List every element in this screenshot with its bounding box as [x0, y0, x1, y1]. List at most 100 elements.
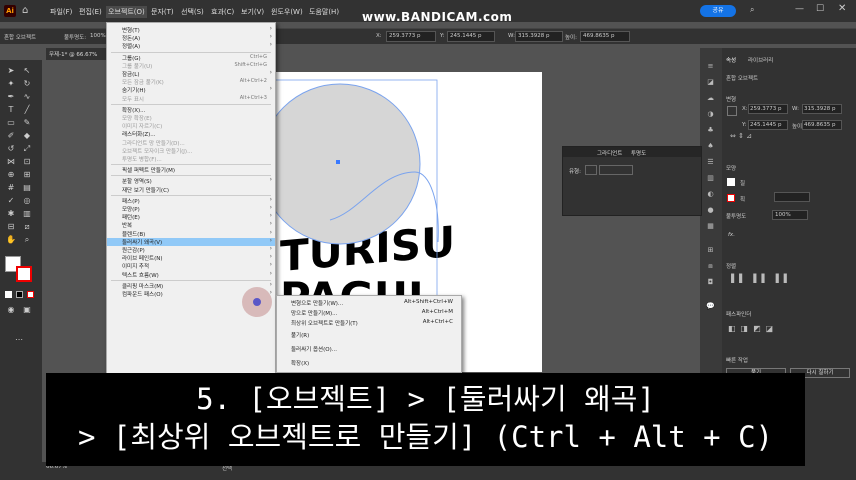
pen-tool-icon[interactable]: ✒ [6, 92, 16, 102]
object-menu-item[interactable]: 모두 표시 Alt+Ctrl+3 [107, 95, 275, 103]
eraser-tool-icon[interactable]: ◆ [22, 131, 32, 141]
none-mode-icon[interactable] [27, 291, 34, 298]
envelope-submenu-item[interactable]: 최상위 오브젝트로 만들기(T) Alt+Ctrl+C [277, 318, 461, 328]
shape-builder-icon[interactable]: ⊕ [6, 170, 16, 180]
fx-icon[interactable]: fx. [728, 232, 735, 238]
object-menu-item[interactable]: 픽셀 퍼펙트 만들기(M) [107, 166, 275, 174]
graphic-styles-icon[interactable]: ▦ [705, 222, 716, 231]
object-menu-item[interactable]: 반복 › [107, 220, 275, 229]
menu-view[interactable]: 보기(V) [241, 7, 264, 17]
brush-tool-icon[interactable]: ✎ [22, 118, 32, 128]
more-tools-icon[interactable]: ⋯ [14, 335, 24, 345]
mesh-tool-icon[interactable]: # [6, 183, 16, 193]
menu-file[interactable]: 파일(F) [50, 7, 72, 17]
blend-tool-icon[interactable]: ◎ [22, 196, 32, 206]
object-menu-item[interactable]: 그룹(G) Ctrl+G [107, 54, 275, 62]
object-menu-item[interactable]: 확장(X)... [107, 106, 275, 114]
stroke-swatch[interactable] [16, 266, 32, 282]
color-icon[interactable]: ◑ [705, 110, 716, 119]
selection-tool-icon[interactable]: ➤ [6, 66, 16, 76]
object-menu-item[interactable]: 이미지 추적 › [107, 261, 275, 270]
menu-select[interactable]: 선택(S) [181, 7, 204, 17]
appearance-icon[interactable]: ● [705, 206, 716, 215]
pathfinder-buttons-icon[interactable]: ◧◨◩◪ [728, 324, 778, 333]
tab-transparency[interactable]: 투명도 [631, 149, 646, 157]
properties-icon[interactable]: ≡ [705, 62, 716, 71]
object-menu-item[interactable]: 숨기기(H) › [107, 85, 275, 94]
flip-icon[interactable]: ⇔ ⇕ ⊿ [730, 132, 752, 140]
object-menu-item[interactable]: 투명도 병합(F)... [107, 155, 275, 163]
object-menu-item[interactable]: 모든 잠금 풀기(K) Alt+Ctrl+2 [107, 78, 275, 86]
menu-edit[interactable]: 편집(E) [79, 7, 102, 17]
tab-libraries[interactable]: 라이브러리 [748, 56, 773, 64]
share-button[interactable]: 공유 [700, 5, 736, 17]
reference-point-icon[interactable] [727, 106, 737, 116]
scale-tool-icon[interactable]: ⤢ [22, 144, 32, 154]
screen-mode-icon[interactable]: ▣ [22, 305, 32, 315]
perspective-icon[interactable]: ⊞ [22, 170, 32, 180]
gradient-swatch[interactable] [599, 165, 633, 175]
object-menu-item[interactable]: 라이브 페인트(N) › [107, 253, 275, 262]
shaper-tool-icon[interactable]: ✐ [6, 131, 16, 141]
fill-color-swatch[interactable] [727, 178, 735, 186]
brushes-icon[interactable]: ♣ [705, 126, 716, 135]
rectangle-tool-icon[interactable]: ▭ [6, 118, 16, 128]
draw-mode-icon[interactable]: ◉ [6, 305, 16, 315]
object-menu-item[interactable]: 텍스트 흐름(W) › [107, 270, 275, 279]
object-menu-item[interactable]: 모양(P) › [107, 204, 275, 213]
rotate-tool-icon[interactable]: ↺ [6, 144, 16, 154]
object-menu-item[interactable]: 둘러싸기 왜곡(V) › [107, 237, 275, 246]
transparency-icon[interactable]: ◐ [705, 190, 716, 199]
object-menu-item[interactable]: 이미지 자르기(C) [107, 122, 275, 130]
slice-tool-icon[interactable]: ⧄ [22, 222, 32, 232]
object-menu-item[interactable]: 블렌드(B) › [107, 229, 275, 238]
hand-tool-icon[interactable]: ✋ [6, 235, 16, 245]
gradient-tool-icon[interactable]: ▤ [22, 183, 32, 193]
stroke-color-swatch[interactable] [727, 194, 735, 202]
object-menu-item[interactable]: 잠금(L) › [107, 69, 275, 78]
object-menu-item[interactable]: 분할 영역(S) › [107, 176, 275, 185]
magic-wand-icon[interactable]: ✦ [6, 79, 16, 89]
envelope-submenu-item[interactable]: 둘러싸기 옵션(O)... [277, 344, 461, 354]
menu-help[interactable]: 도움말(H) [309, 7, 339, 17]
object-menu-item[interactable]: 정돈(A) › [107, 33, 275, 42]
close-icon[interactable]: ✕ [838, 3, 846, 14]
gradient-mode-icon[interactable] [16, 291, 23, 298]
line-tool-icon[interactable]: ╱ [22, 105, 32, 115]
width-tool-icon[interactable]: ⋈ [6, 157, 16, 167]
menu-window[interactable]: 윈도우(W) [271, 7, 303, 17]
minimize-icon[interactable]: — [795, 4, 804, 14]
home-icon[interactable]: ⌂ [22, 5, 28, 16]
object-menu-item[interactable]: 변형(T) › [107, 25, 275, 34]
libraries-icon[interactable]: ☁ [705, 94, 716, 103]
object-menu-item[interactable]: 원근감(P) › [107, 245, 275, 254]
envelope-submenu-item[interactable]: 확장(X) [277, 358, 461, 368]
object-menu-item[interactable]: 패턴(E) › [107, 212, 275, 221]
menu-effect[interactable]: 효과(C) [211, 7, 234, 17]
zoom-tool-icon[interactable]: ⌕ [22, 235, 32, 245]
stroke-icon[interactable]: ☰ [705, 158, 716, 167]
document-tab[interactable]: 무제-1* @ 66.67% [46, 48, 106, 60]
envelope-submenu-item[interactable]: 풀기(R) [277, 330, 461, 340]
lasso-icon[interactable]: ↻ [22, 79, 32, 89]
comments-icon[interactable]: 💬 [705, 302, 716, 311]
menu-object[interactable]: 오브젝트(O) [106, 6, 147, 18]
tab-properties[interactable]: 속성 [726, 56, 736, 64]
object-menu-item[interactable]: 래스터화(Z)... [107, 130, 275, 138]
align-buttons-icon[interactable]: ▐▌▐▌▐▌ [728, 274, 795, 283]
tab-gradient[interactable]: 그라디언트 [597, 149, 622, 157]
stroke-weight-field[interactable] [774, 192, 810, 202]
transform-icon[interactable]: ⧈ [705, 262, 716, 271]
direct-selection-tool-icon[interactable]: ↖ [22, 66, 32, 76]
curvature-tool-icon[interactable]: ∿ [22, 92, 32, 102]
opacity-value[interactable]: 100% [90, 33, 106, 39]
symbols-icon[interactable]: ♠ [705, 142, 716, 151]
object-menu-item[interactable]: 그룹 풀기(U) Shift+Ctrl+G [107, 62, 275, 70]
envelope-submenu-item[interactable]: 망으로 만들기(M)... Alt+Ctrl+M [277, 308, 461, 318]
maximize-icon[interactable]: ☐ [816, 4, 824, 14]
align-icon[interactable]: ⊞ [705, 246, 716, 255]
object-menu-item[interactable]: 오브젝트 모자이크 만들기(J)... [107, 147, 275, 155]
linear-gradient-button[interactable] [585, 165, 597, 175]
eyedropper-icon[interactable]: ✓ [6, 196, 16, 206]
object-menu-item[interactable]: 정렬(A) › [107, 41, 275, 50]
